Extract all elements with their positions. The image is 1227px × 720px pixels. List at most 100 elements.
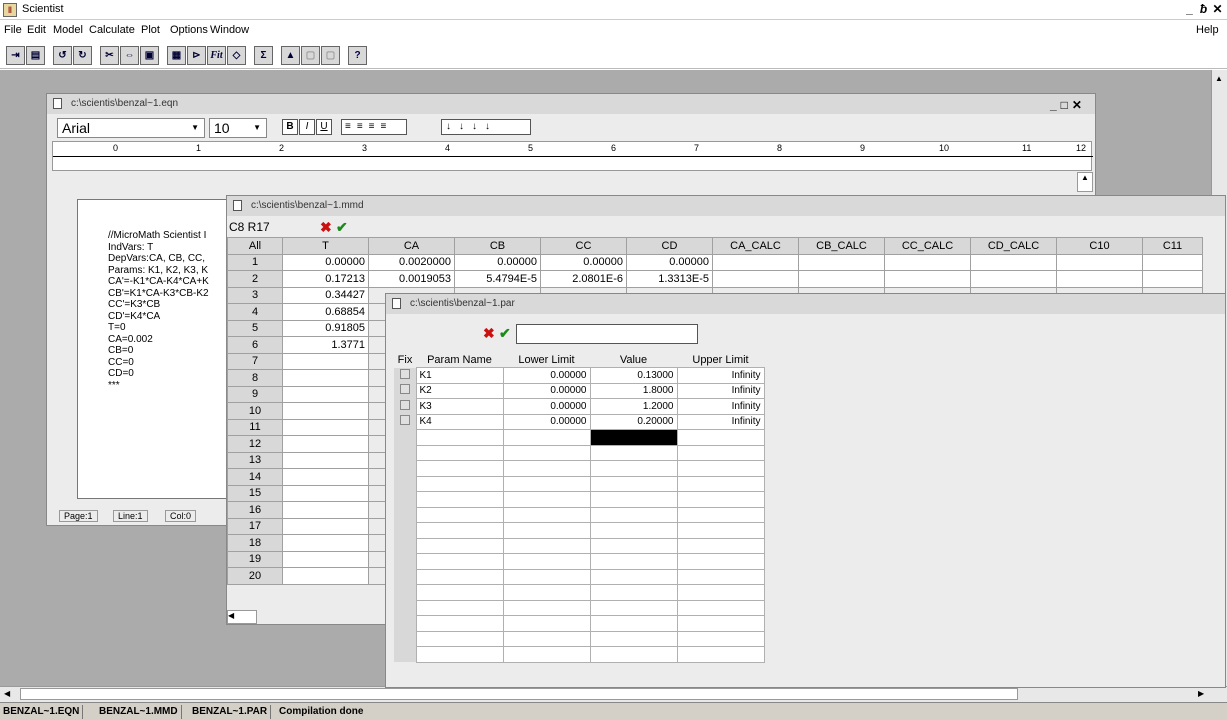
row-header[interactable]: 1 (227, 253, 283, 271)
param-value-cell[interactable] (589, 553, 678, 570)
column-header[interactable]: CA_CALC (712, 237, 799, 255)
param-value-cell[interactable]: 1.8000 (589, 382, 678, 399)
fix-cell[interactable] (394, 631, 416, 647)
select-all[interactable]: All (227, 237, 283, 255)
param-upper-cell[interactable] (676, 475, 765, 492)
align-buttons[interactable]: ≡≡≡≡ (341, 119, 407, 135)
param-name-cell[interactable] (415, 599, 504, 616)
row-header[interactable]: 9 (227, 385, 283, 403)
data-cell[interactable] (712, 253, 799, 271)
data-cell[interactable] (282, 517, 369, 535)
column-header[interactable]: C10 (1056, 237, 1143, 255)
column-header[interactable]: C11 (1142, 237, 1203, 255)
column-header[interactable]: CB (454, 237, 541, 255)
fix-cell[interactable] (394, 553, 416, 569)
param-lower-cell[interactable] (502, 599, 591, 616)
param-name-cell[interactable] (415, 429, 504, 446)
par-window[interactable]: c:\scientis\benzal~1.par ✖ ✔ Fix Param N… (385, 293, 1226, 688)
param-upper-cell[interactable]: Infinity (676, 413, 765, 430)
data-cell[interactable] (282, 369, 369, 387)
param-value-cell[interactable] (589, 429, 678, 446)
fix-cell[interactable] (394, 569, 416, 585)
param-upper-cell[interactable] (676, 444, 765, 461)
param-upper-cell[interactable] (676, 553, 765, 570)
data-cell[interactable]: 0.00000 (282, 253, 369, 271)
param-upper-cell[interactable] (676, 537, 765, 554)
data-cell[interactable] (798, 253, 885, 271)
menu-edit[interactable]: Edit (27, 24, 46, 36)
new-icon[interactable]: ⇥ (6, 46, 25, 65)
param-upper-cell[interactable]: Infinity (676, 367, 765, 384)
param-upper-cell[interactable] (676, 506, 765, 523)
paste-icon[interactable]: ▣ (140, 46, 159, 65)
print-icon[interactable]: ▤ (26, 46, 45, 65)
par-title-bar[interactable]: c:\scientis\benzal~1.par (386, 294, 1225, 314)
row-header[interactable]: 3 (227, 286, 283, 304)
param-lower-cell[interactable] (502, 646, 591, 663)
column-header[interactable]: T (282, 237, 369, 255)
row-header[interactable]: 12 (227, 435, 283, 453)
data-cell[interactable] (970, 270, 1057, 288)
param-upper-cell[interactable] (676, 630, 765, 647)
param-name-cell[interactable]: K1 (415, 367, 504, 384)
data-cell[interactable]: 0.0019053 (368, 270, 455, 288)
param-value-cell[interactable] (589, 537, 678, 554)
fix-cell[interactable] (394, 414, 416, 430)
param-lower-cell[interactable] (502, 537, 591, 554)
data-cell[interactable]: 5.4794E-5 (454, 270, 541, 288)
fix-cell[interactable] (394, 615, 416, 631)
copy-icon[interactable]: ⇔ (120, 46, 139, 65)
param-lower-cell[interactable]: 0.00000 (502, 382, 591, 399)
param-lower-cell[interactable] (502, 475, 591, 492)
redo-icon[interactable]: ↻ (73, 46, 92, 65)
scroll-right-icon[interactable]: ▶ (1198, 689, 1204, 698)
menu-file[interactable]: File (4, 24, 22, 36)
equation-page[interactable]: //MicroMath Scientist I IndVars: T DepVa… (77, 199, 227, 499)
fix-cell[interactable] (394, 460, 416, 476)
fix-cell[interactable] (394, 476, 416, 492)
param-lower-cell[interactable] (502, 444, 591, 461)
scroll-up-icon[interactable]: ▲ (1215, 74, 1223, 83)
data-cell[interactable]: 0.0020000 (368, 253, 455, 271)
plot-icon[interactable]: ⊳ (187, 46, 206, 65)
data-cell[interactable] (282, 402, 369, 420)
horizontal-scroll-thumb[interactable] (20, 688, 1018, 700)
data-cell[interactable]: 0.91805 (282, 319, 369, 337)
fix-checkbox[interactable] (399, 384, 410, 395)
param-value-cell[interactable] (589, 444, 678, 461)
font-select[interactable]: Arial ▼ (57, 118, 205, 138)
param-upper-cell[interactable] (676, 491, 765, 508)
param-lower-cell[interactable] (502, 506, 591, 523)
cut-icon[interactable]: ✂ (100, 46, 119, 65)
param-lower-cell[interactable] (502, 568, 591, 585)
row-header[interactable]: 18 (227, 534, 283, 552)
param-value-cell[interactable]: 0.13000 (589, 367, 678, 384)
param-upper-cell[interactable] (676, 584, 765, 601)
param-lower-cell[interactable] (502, 584, 591, 601)
param-value-cell[interactable] (589, 460, 678, 477)
param-upper-cell[interactable] (676, 615, 765, 632)
fix-cell[interactable] (394, 398, 416, 414)
fix-cell[interactable] (394, 445, 416, 461)
param-lower-cell[interactable] (502, 615, 591, 632)
row-header[interactable]: 13 (227, 451, 283, 469)
menu-help[interactable]: Help (1196, 24, 1219, 36)
eqn-scroll-up-icon[interactable]: ▲ (1077, 172, 1093, 192)
data-cell[interactable] (970, 253, 1057, 271)
data-cell[interactable] (282, 501, 369, 519)
row-header[interactable]: 17 (227, 517, 283, 535)
param-value-cell[interactable] (589, 491, 678, 508)
column-header[interactable]: CD_CALC (970, 237, 1057, 255)
restore-icon[interactable]: ƀ (1198, 3, 1209, 15)
data-cell[interactable] (1142, 270, 1203, 288)
underline-button[interactable]: U (316, 119, 332, 135)
data-cell[interactable] (1056, 270, 1143, 288)
undo-icon[interactable]: ↺ (53, 46, 72, 65)
param-value-cell[interactable] (589, 615, 678, 632)
param-name-cell[interactable] (415, 506, 504, 523)
data-cell[interactable] (282, 352, 369, 370)
eqn-title-bar[interactable]: c:\scientis\benzal~1.eqn (47, 94, 1095, 114)
param-value-cell[interactable] (589, 522, 678, 539)
row-header[interactable]: 20 (227, 567, 283, 585)
param-lower-cell[interactable]: 0.00000 (502, 398, 591, 415)
